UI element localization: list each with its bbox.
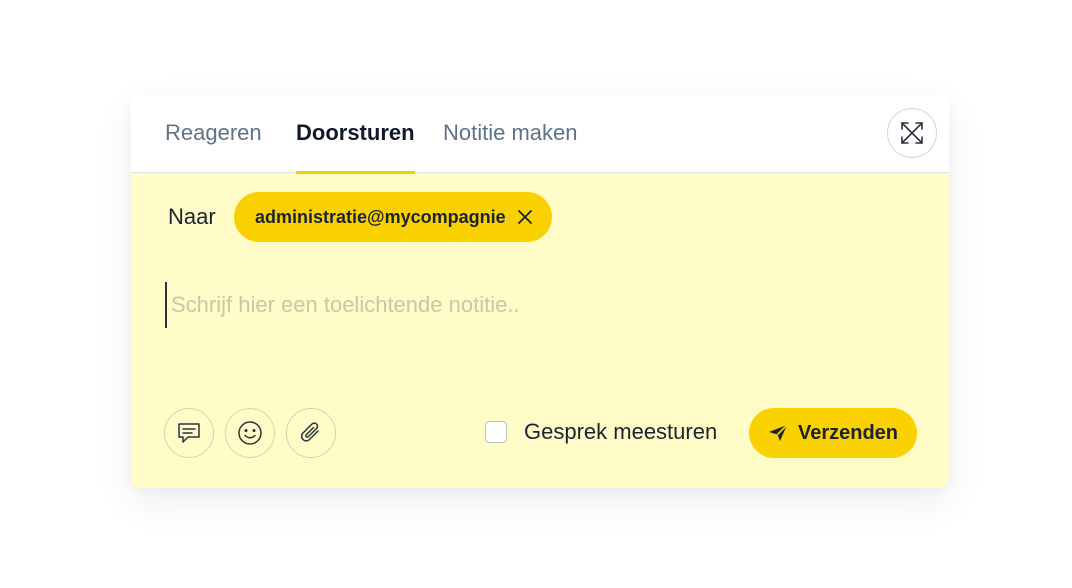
remove-recipient-button[interactable]: [516, 208, 534, 226]
send-button[interactable]: Verzenden: [749, 408, 917, 458]
compose-header: Reageren Doorsturen Notitie maken: [131, 95, 949, 174]
tab-label: Notitie maken: [443, 120, 578, 145]
expand-arrows-icon: [901, 122, 923, 144]
recipient-label: Naar: [168, 204, 216, 229]
close-icon: [517, 210, 532, 224]
tab-label: Doorsturen: [296, 120, 415, 145]
tab-notitie-maken[interactable]: Notitie maken: [443, 95, 578, 173]
expand-button[interactable]: [887, 108, 937, 158]
tab-doorsturen[interactable]: Doorsturen: [296, 95, 415, 174]
message-icon: [178, 423, 200, 443]
include-conversation-checkbox[interactable]: [485, 421, 507, 443]
active-tab-indicator: [296, 171, 415, 174]
include-conversation-label: Gesprek meesturen: [524, 419, 718, 444]
emoji-icon: [238, 421, 262, 445]
recipient-chip[interactable]: administratie@mycompagnie: [234, 192, 552, 242]
tab-reageren[interactable]: Reageren: [165, 95, 262, 173]
template-button[interactable]: [164, 408, 214, 458]
attach-button[interactable]: [286, 408, 336, 458]
compose-panel: Reageren Doorsturen Notitie maken Naar a…: [131, 95, 949, 488]
tab-label: Reageren: [165, 120, 262, 145]
emoji-button[interactable]: [225, 408, 275, 458]
paperclip-icon: [300, 422, 319, 442]
recipient-chip-text: administratie@mycompagnie: [255, 206, 506, 227]
send-icon: [768, 424, 788, 441]
note-input[interactable]: [171, 285, 911, 325]
send-label: Verzenden: [797, 421, 899, 444]
text-caret: [165, 282, 167, 328]
